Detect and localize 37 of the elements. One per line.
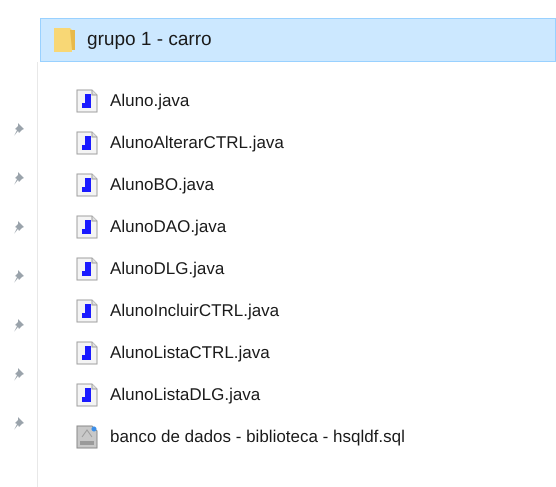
java-file-icon: [76, 214, 98, 238]
folder-name: grupo 1 - carro: [87, 28, 212, 52]
folder-row[interactable]: grupo 1 - carro: [40, 18, 556, 62]
file-item[interactable]: AlunoDLG.java: [76, 256, 405, 281]
java-file-icon: [76, 256, 98, 280]
file-item[interactable]: AlunoListaDLG.java: [76, 382, 405, 407]
pin-icon[interactable]: [12, 416, 24, 430]
java-file-icon: [76, 298, 98, 322]
file-name: AlunoListaCTRL.java: [110, 342, 270, 364]
file-item[interactable]: AlunoAlterarCTRL.java: [76, 130, 405, 155]
pin-icon[interactable]: [12, 318, 24, 332]
file-name: AlunoDLG.java: [110, 258, 224, 280]
file-item[interactable]: AlunoDAO.java: [76, 214, 405, 239]
pin-icon[interactable]: [12, 122, 24, 136]
java-file-icon: [76, 130, 98, 154]
pin-icon[interactable]: [12, 367, 24, 381]
folder-icon: [53, 26, 77, 54]
file-name: AlunoListaDLG.java: [110, 384, 260, 406]
file-item[interactable]: AlunoBO.java: [76, 172, 405, 197]
file-name: AlunoBO.java: [110, 174, 214, 196]
file-name: AlunoIncluirCTRL.java: [110, 300, 280, 322]
java-file-icon: [76, 340, 98, 364]
pin-icon[interactable]: [12, 171, 24, 185]
java-file-icon: [76, 88, 98, 112]
file-name: AlunoDAO.java: [110, 216, 226, 238]
pin-icon[interactable]: [12, 220, 24, 234]
file-item[interactable]: AlunoListaCTRL.java: [76, 340, 405, 365]
pin-icon[interactable]: [12, 269, 24, 283]
database-file-icon: [76, 424, 98, 448]
file-item[interactable]: banco de dados - biblioteca - hsqldf.sql: [76, 424, 405, 449]
file-name: banco de dados - biblioteca - hsqldf.sql: [110, 426, 405, 448]
file-name: AlunoAlterarCTRL.java: [110, 132, 284, 154]
file-item[interactable]: AlunoIncluirCTRL.java: [76, 298, 405, 323]
java-file-icon: [76, 382, 98, 406]
java-file-icon: [76, 172, 98, 196]
file-item[interactable]: Aluno.java: [76, 88, 405, 113]
file-name: Aluno.java: [110, 90, 190, 112]
